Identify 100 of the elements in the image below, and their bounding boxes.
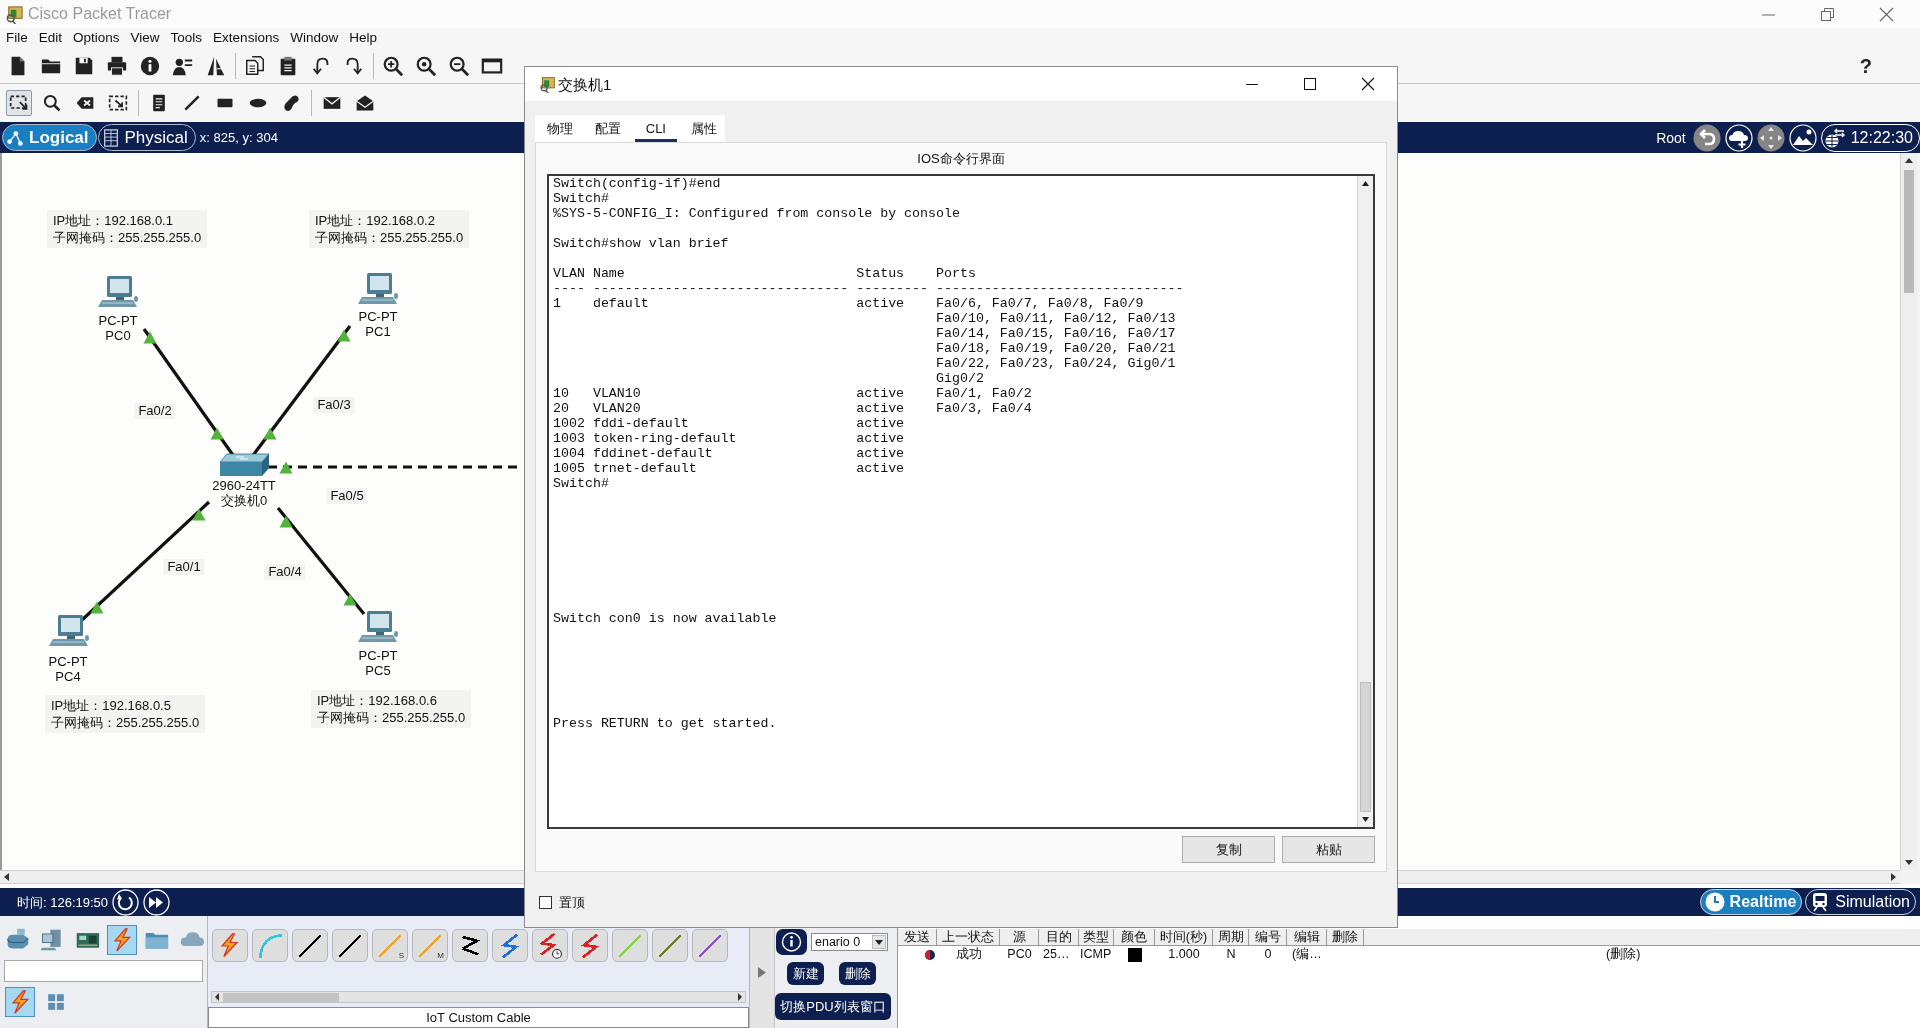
zoom-in-icon[interactable] [382,54,404,77]
device-search-field[interactable] [4,960,203,982]
mode-tab[interactable]: Realtime [1699,889,1803,915]
column-header[interactable]: 类型 [1079,929,1114,945]
column-header[interactable]: 发送 [898,929,937,945]
app-icon [539,75,556,93]
computer-icon[interactable] [48,614,90,648]
table-cell-text: ICMP [1079,948,1113,961]
close-icon[interactable] [1361,77,1375,91]
cloud-add-icon[interactable] [1723,123,1754,152]
menu-item[interactable]: View [130,31,160,45]
checkbox[interactable] [539,896,552,909]
printer-icon[interactable] [106,54,128,77]
back-icon[interactable] [1691,123,1722,152]
tab[interactable]: 配置 [586,115,630,142]
ip-note: IP地址：192.168.0.6 子网掩码：255.255.255.0 [311,690,472,728]
clock-time: 12:22:30 [1850,129,1913,146]
switch-icon[interactable] [218,452,270,478]
horizontal-scrollbar[interactable] [211,991,746,1003]
column-header[interactable]: 删除 [1327,929,1364,945]
zoom-reset-icon[interactable] [415,54,437,77]
terminal-line: Switch(config-if)#end [553,176,721,191]
table-cell[interactable]: (删除) [1606,947,1641,962]
computer-icon[interactable] [357,610,399,644]
dialog-button[interactable]: 粘贴 [1282,836,1375,863]
cli-terminal[interactable] [547,174,1375,829]
status-dot-icon [925,949,935,960]
copy-icon[interactable] [244,54,266,77]
lightning-icon[interactable] [107,925,138,955]
terminal-line: Switch con0 is now available [553,611,777,626]
device-model: PC-PT [48,654,88,669]
column-header[interactable]: 编号 [1249,929,1287,945]
ip-note: IP地址：192.168.0.2 子网掩码：255.255.255.0 [309,210,470,248]
info-icon[interactable] [776,929,807,955]
column-header[interactable]: 颜色 [1114,929,1155,945]
network-view-icon [6,128,24,147]
menu-item[interactable]: Tools [170,31,203,45]
scenario-dropdown[interactable]: enario 0 [811,933,888,951]
port-label: Fa0/4 [264,564,306,580]
column-header[interactable]: 上一状态 [937,929,1000,945]
menu-item[interactable]: Options [73,31,120,45]
menu-item[interactable]: Window [290,31,339,45]
device-name: PC1 [365,324,391,339]
tab[interactable]: 物理 [539,115,582,142]
terminal-line: 10 VLAN10 active Fa0/1, Fa0/2 [553,386,1032,401]
pdu-button[interactable]: 新建 [787,962,824,985]
device-model: PC-PT [358,648,398,663]
column-header[interactable]: 目的 [1039,929,1079,945]
scrollbar-thumb[interactable] [1904,170,1914,293]
table-cell-text: 25… [1042,948,1071,961]
cable-button[interactable]: M [412,929,448,962]
dropdown-caret-icon [872,935,886,949]
lightning-icon[interactable] [5,987,35,1017]
cable-button[interactable]: S [372,929,408,962]
terminal-line: %SYS-5-CONFIG_I: Configured from console by console [553,206,960,221]
pdu-button[interactable]: 删除 [839,962,876,985]
help-button[interactable]: ? [1859,55,1872,76]
pdu-list-toggle-button[interactable]: 切换PDU列表窗口 [775,993,891,1020]
view-tab[interactable]: Logical [2,124,97,151]
computer-icon[interactable] [97,275,139,309]
tab[interactable]: 属性 [682,115,725,142]
menu-item[interactable]: Extensions [213,31,280,45]
device-model: PC-PT [358,309,398,324]
ip-note: IP地址：192.168.0.1 子网掩码：255.255.255.0 [47,210,208,248]
fast-forward-icon[interactable] [141,888,173,916]
landscape-icon[interactable] [1787,123,1818,152]
move-icon[interactable] [1755,123,1786,152]
table-cell[interactable]: (编… [1287,948,1327,961]
table-cell-text: N [1225,948,1237,961]
dialog-button[interactable]: 复制 [1182,836,1275,863]
scrollbar-thumb[interactable] [1360,682,1371,812]
root-label: Root [1656,130,1686,145]
column-header[interactable]: 周期 [1213,929,1249,945]
port-label: Fa0/1 [163,559,205,575]
column-header[interactable]: 源 [1000,929,1039,945]
computer-icon[interactable] [357,272,399,306]
terminal-line: 20 VLAN20 active Fa0/3, Fa0/4 [553,401,1032,416]
menu-item[interactable]: File [6,31,28,45]
table-cell-text: 成功 [954,948,983,961]
vertical-scrollbar[interactable] [1357,176,1373,827]
column-header[interactable]: 编辑 [1287,929,1327,945]
zoom-out-icon[interactable] [448,54,470,77]
terminal-line: Fa0/22, Fa0/23, Fa0/24, Gig0/1 [935,356,1176,371]
scrollbar-thumb[interactable] [223,992,339,1002]
terminal-line: Fa0/18, Fa0/19, Fa0/20, Fa0/21 [935,341,1176,356]
expand-arrow-icon[interactable] [758,966,766,978]
terminal-line: 1005 trnet-default active [553,461,905,476]
reset-time-icon[interactable] [110,888,142,916]
terminal-line: Fa0/10, Fa0/11, Fa0/12, Fa0/13 [935,311,1176,326]
menu-item[interactable]: Edit [38,31,63,45]
ip-note: IP地址：192.168.0.5 子网掩码：255.255.255.0 [45,695,206,733]
restore-icon[interactable] [1820,6,1835,22]
select-tool-icon[interactable] [6,90,32,116]
scroll-right-icon[interactable] [735,992,745,1002]
maximize-icon[interactable] [1303,77,1317,91]
info-icon[interactable] [139,54,161,77]
column-header[interactable]: 时间(秒) [1155,929,1213,945]
pointer-coordinates: x: 825, y: 304 [199,131,278,144]
vertical-scrollbar[interactable] [1900,153,1917,870]
menu-item[interactable]: Help [349,31,377,45]
